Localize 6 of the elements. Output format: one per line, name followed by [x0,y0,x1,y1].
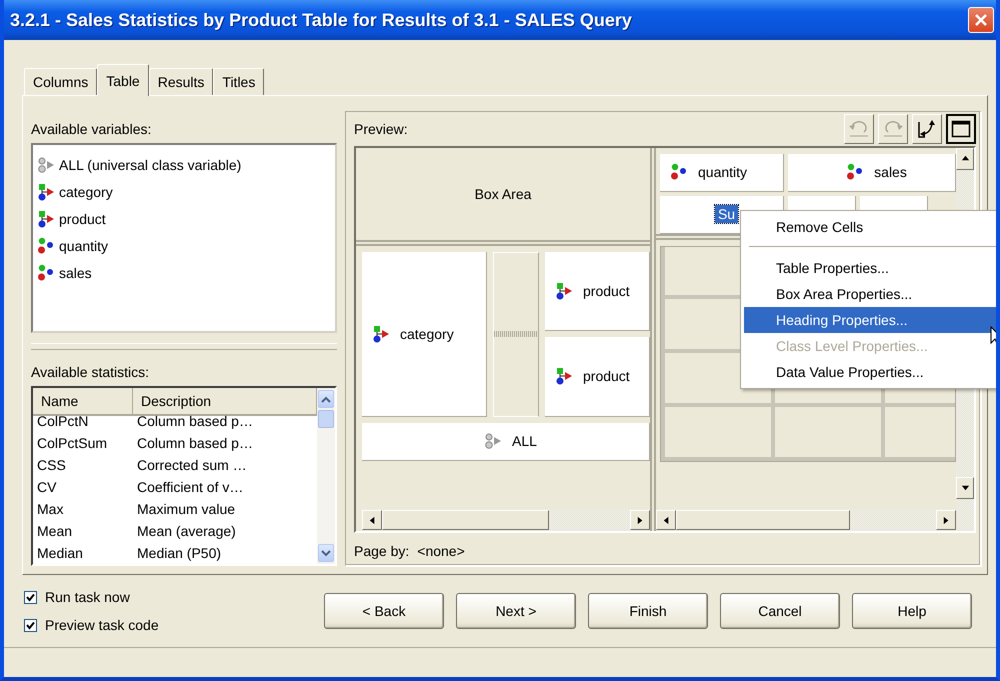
window-title: 3.2.1 - Sales Statistics by Product Table for Results of 3.1 - SALES Query [10,10,632,30]
page-by-label: Page by: [354,543,410,559]
preview-label: Preview: [354,120,408,137]
page-by-value: <none> [417,543,465,559]
variables-label: Available variables: [31,121,152,137]
statistics-label: Available statistics: [31,364,150,380]
